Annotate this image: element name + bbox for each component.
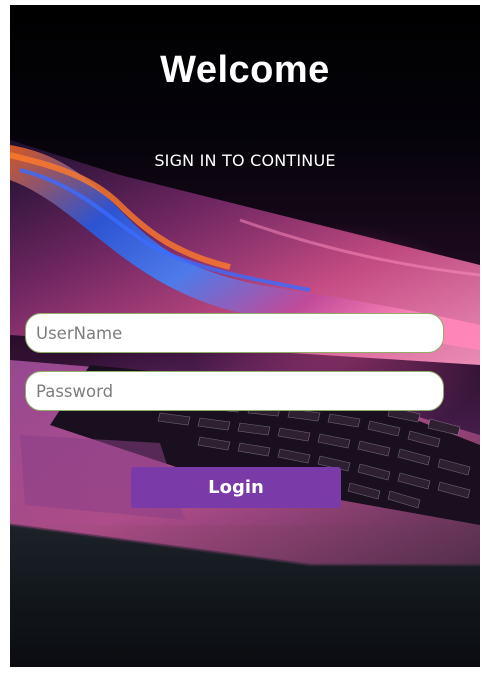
password-input[interactable] [25,371,444,411]
page-title: Welcome [160,49,330,91]
login-screen: Welcome SIGN IN TO CONTINUE Login [10,5,480,667]
username-input[interactable] [25,313,444,353]
login-button[interactable]: Login [131,467,341,508]
page-subtitle: SIGN IN TO CONTINUE [154,151,336,170]
